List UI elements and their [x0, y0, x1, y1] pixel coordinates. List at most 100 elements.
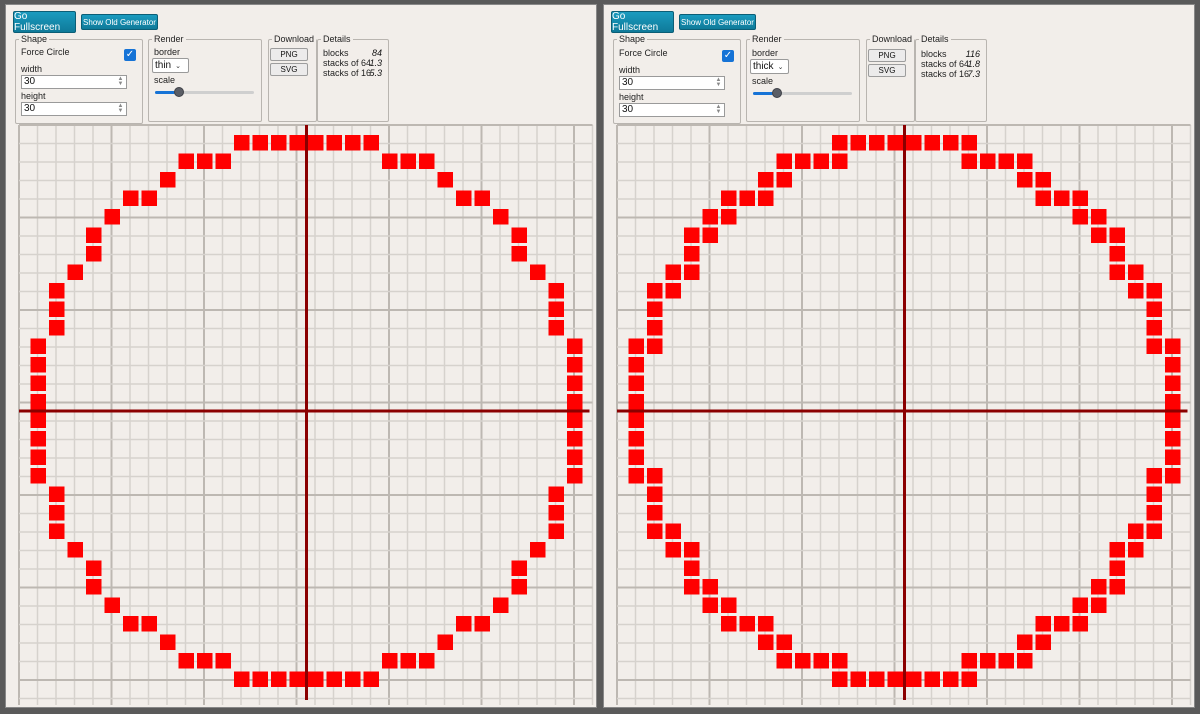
circle-block [1091, 227, 1107, 243]
circle-block [419, 653, 435, 669]
circle-block [924, 671, 940, 687]
circle-block [961, 671, 977, 687]
circle-block [1146, 320, 1162, 336]
circle-block [1017, 653, 1033, 669]
circle-block [1146, 505, 1162, 521]
circle-block [1146, 338, 1162, 354]
circle-block [49, 320, 65, 336]
circle-block [1017, 172, 1033, 188]
circle-block [1109, 560, 1125, 576]
circle-block [776, 653, 792, 669]
circle-block [178, 153, 194, 169]
circle-block [548, 523, 564, 539]
circle-block [104, 209, 120, 225]
circle-block [548, 283, 564, 299]
circle-block [721, 597, 737, 613]
circle-block [628, 449, 644, 465]
circle-block [758, 634, 774, 650]
circle-block [308, 135, 324, 151]
circle-block [474, 616, 490, 632]
circle-block [1109, 542, 1125, 558]
circle-block [628, 412, 644, 428]
generator-panel-right: Go Fullscreen Show Old Generator Shape F… [603, 4, 1195, 708]
circle-block [289, 135, 305, 151]
circle-block [326, 135, 342, 151]
circle-block [702, 579, 718, 595]
circle-block [567, 394, 583, 410]
circle-block [548, 301, 564, 317]
circle-block [684, 227, 700, 243]
circle-block [1165, 338, 1181, 354]
circle-block [345, 135, 361, 151]
circle-block [906, 135, 922, 151]
circle-block [647, 338, 663, 354]
circle-block [86, 560, 102, 576]
circle-block [647, 486, 663, 502]
circle-block [1165, 412, 1181, 428]
circle-block [1072, 209, 1088, 225]
circle-block [628, 375, 644, 391]
circle-block [739, 190, 755, 206]
circle-block [647, 283, 663, 299]
circle-block [30, 449, 46, 465]
circle-block [628, 338, 644, 354]
circle-block [160, 172, 176, 188]
circle-block [1035, 634, 1051, 650]
circle-block [215, 153, 231, 169]
circle-block [1128, 523, 1144, 539]
circle-block [1146, 486, 1162, 502]
circle-block [943, 135, 959, 151]
circle-block [160, 634, 176, 650]
circle-block [308, 671, 324, 687]
circle-block [234, 135, 250, 151]
circle-block [1109, 246, 1125, 262]
circle-block [567, 375, 583, 391]
circle-block [49, 523, 65, 539]
circle-block [30, 468, 46, 484]
circle-block [271, 135, 287, 151]
circle-block [813, 153, 829, 169]
circle-block [30, 412, 46, 428]
circle-block [850, 135, 866, 151]
circle-block [758, 616, 774, 632]
circle-block [647, 320, 663, 336]
circle-block [382, 653, 398, 669]
circle-block [684, 246, 700, 262]
circle-block [234, 671, 250, 687]
circle-block [511, 579, 527, 595]
circle-block [548, 320, 564, 336]
circle-block [178, 653, 194, 669]
circle-block [197, 153, 213, 169]
circle-block [1146, 301, 1162, 317]
circle-block [382, 153, 398, 169]
circle-block [1091, 579, 1107, 595]
circle-grid-canvas[interactable] [6, 5, 596, 707]
circle-block [665, 264, 681, 280]
circle-block [647, 505, 663, 521]
circle-block [49, 486, 65, 502]
circle-block [474, 190, 490, 206]
circle-block [123, 616, 139, 632]
circle-block [1054, 616, 1070, 632]
circle-block [123, 190, 139, 206]
circle-block [684, 542, 700, 558]
circle-block [906, 671, 922, 687]
circle-grid-canvas[interactable] [604, 5, 1194, 707]
circle-block [1017, 634, 1033, 650]
circle-block [832, 671, 848, 687]
circle-block [67, 264, 83, 280]
circle-block [567, 357, 583, 373]
circle-block [30, 338, 46, 354]
circle-block [647, 301, 663, 317]
circle-block [252, 671, 268, 687]
circle-block [850, 671, 866, 687]
circle-block [628, 468, 644, 484]
circle-block [887, 671, 903, 687]
circle-block [1017, 153, 1033, 169]
circle-block [1165, 431, 1181, 447]
circle-block [1035, 190, 1051, 206]
circle-block [30, 394, 46, 410]
circle-block [943, 671, 959, 687]
circle-block [326, 671, 342, 687]
circle-block [49, 301, 65, 317]
